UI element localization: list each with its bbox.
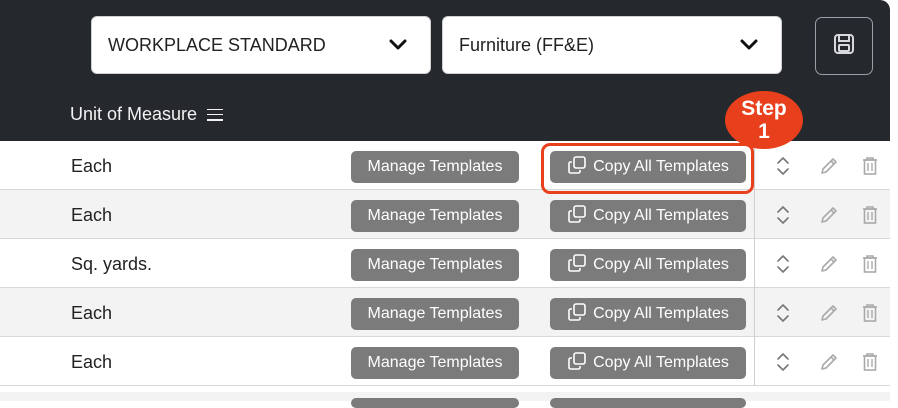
column-divider <box>754 190 755 239</box>
step-highlight-box <box>541 143 754 194</box>
standard-select-value: WORKPLACE STANDARD <box>108 34 326 55</box>
column-divider <box>754 288 755 337</box>
step-badge: Step 1 <box>725 91 803 149</box>
chevron-down-icon <box>739 35 759 55</box>
sort-updown-icon[interactable] <box>771 301 795 325</box>
unit-cell: Each <box>71 205 113 225</box>
sort-updown-icon[interactable] <box>771 203 795 227</box>
copy-all-templates-label: Copy All Templates <box>593 207 729 224</box>
unit-cell: Sq. yards. <box>71 254 153 274</box>
sort-updown-icon[interactable] <box>771 350 795 374</box>
copy-all-templates-button[interactable]: Copy All Templates <box>550 249 746 281</box>
table-row: Each Manage Templates Copy All Templates <box>0 288 890 337</box>
column-divider <box>754 337 755 386</box>
floppy-disk-icon <box>833 33 855 60</box>
trash-icon[interactable] <box>858 203 882 227</box>
sort-updown-icon[interactable] <box>771 154 795 178</box>
pencil-icon[interactable] <box>817 301 841 325</box>
table-row: Sq. yards. Manage Templates Copy All Tem… <box>0 239 890 288</box>
unit-cell: Each <box>71 156 113 176</box>
manage-templates-button[interactable]: Manage Templates <box>351 200 519 232</box>
sort-updown-icon[interactable] <box>771 252 795 276</box>
unit-cell: Each <box>71 352 113 372</box>
copy-all-templates-button[interactable]: Copy All Templates <box>550 298 746 330</box>
category-select-value: Furniture (FF&E) <box>459 34 595 55</box>
copy-all-templates-button[interactable]: Copy All Templates <box>550 200 746 232</box>
copy-all-templates-label: Copy All Templates <box>593 354 729 371</box>
unit-table-body: Each Manage Templates Copy All Templates… <box>0 141 890 386</box>
manage-templates-button[interactable]: Manage Templates <box>351 298 519 330</box>
manage-templates-button[interactable]: Manage Templates <box>351 347 519 379</box>
table-row-partial <box>0 392 890 408</box>
column-divider <box>754 239 755 288</box>
table-row: Each Manage Templates Copy All Templates <box>0 190 890 239</box>
copy-all-templates-button[interactable]: Copy All Templates <box>550 347 746 379</box>
trash-icon[interactable] <box>858 252 882 276</box>
pencil-icon[interactable] <box>817 350 841 374</box>
manage-templates-button[interactable]: Manage Templates <box>351 151 519 183</box>
copy-icon <box>567 302 587 327</box>
step-badge-label: Step <box>741 97 787 120</box>
pencil-icon[interactable] <box>817 252 841 276</box>
trash-icon[interactable] <box>858 350 882 374</box>
unit-cell: Each <box>71 303 113 323</box>
table-row: Each Manage Templates Copy All Templates <box>0 337 890 386</box>
save-button[interactable] <box>815 17 873 75</box>
step-badge-number: 1 <box>758 120 770 143</box>
chevron-down-icon <box>388 35 408 55</box>
pencil-icon[interactable] <box>817 154 841 178</box>
copy-all-templates-label: Copy All Templates <box>593 256 729 273</box>
copy-icon <box>567 204 587 229</box>
hamburger-menu-icon[interactable] <box>207 108 224 121</box>
pencil-icon[interactable] <box>817 203 841 227</box>
standard-select[interactable]: WORKPLACE STANDARD <box>91 16 431 74</box>
trash-icon[interactable] <box>858 154 882 178</box>
column-header-label: Unit of Measure <box>70 104 198 124</box>
category-select[interactable]: Furniture (FF&E) <box>442 16 782 74</box>
copy-icon <box>567 253 587 278</box>
copy-all-templates-button[interactable] <box>550 398 746 408</box>
copy-all-templates-label: Copy All Templates <box>593 305 729 322</box>
manage-templates-button[interactable] <box>351 398 519 408</box>
trash-icon[interactable] <box>858 301 882 325</box>
copy-icon <box>567 351 587 376</box>
column-header-unit-of-measure[interactable]: Unit of Measure <box>70 104 224 125</box>
manage-templates-button[interactable]: Manage Templates <box>351 249 519 281</box>
